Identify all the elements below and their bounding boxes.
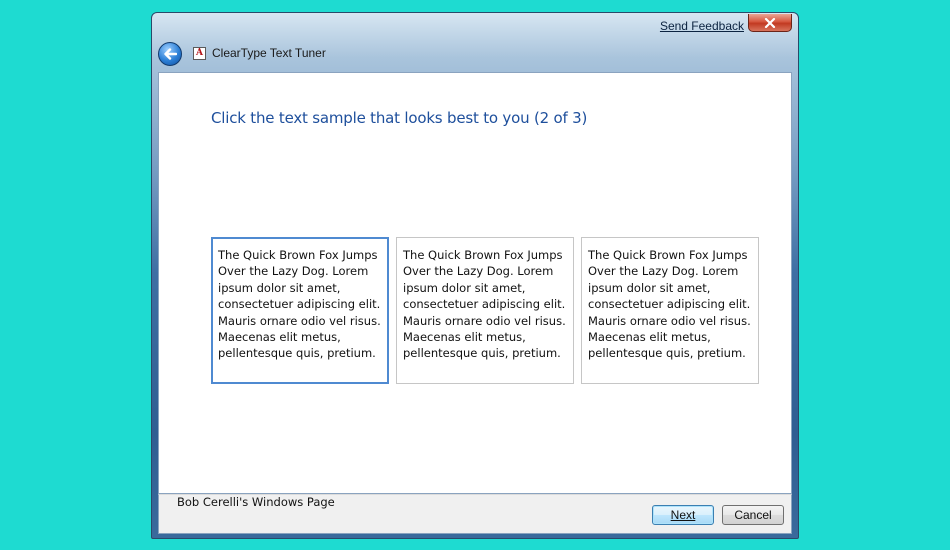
cancel-button-label: Cancel: [734, 508, 772, 522]
cleartype-window: Send Feedback A ClearType Text Tuner Cli…: [151, 12, 799, 539]
send-feedback-link[interactable]: Send Feedback: [660, 19, 744, 33]
text-sample-1[interactable]: The Quick Brown Fox Jumps Over the Lazy …: [211, 237, 389, 384]
text-sample-3[interactable]: The Quick Brown Fox Jumps Over the Lazy …: [581, 237, 759, 384]
close-icon: [764, 17, 776, 28]
footer-bar: Bob Cerelli's Windows Page Next Cancel: [158, 494, 792, 534]
sample-text: The Quick Brown Fox Jumps Over the Lazy …: [588, 248, 751, 361]
cleartype-icon: A: [193, 47, 206, 60]
credit-text: Bob Cerelli's Windows Page: [177, 495, 335, 509]
title-bar: Send Feedback A ClearType Text Tuner: [152, 13, 798, 71]
sample-text: The Quick Brown Fox Jumps Over the Lazy …: [218, 248, 381, 361]
back-arrow-icon: [164, 48, 177, 60]
next-button[interactable]: Next: [652, 505, 714, 525]
page-title: Click the text sample that looks best to…: [211, 109, 588, 127]
next-button-label: Next: [670, 508, 696, 522]
content-area: Click the text sample that looks best to…: [158, 72, 792, 494]
back-button[interactable]: [158, 42, 182, 66]
text-sample-2[interactable]: The Quick Brown Fox Jumps Over the Lazy …: [396, 237, 574, 384]
cancel-button[interactable]: Cancel: [722, 505, 784, 525]
window-title: ClearType Text Tuner: [212, 46, 326, 60]
sample-text: The Quick Brown Fox Jumps Over the Lazy …: [403, 248, 566, 361]
close-button[interactable]: [748, 14, 792, 32]
